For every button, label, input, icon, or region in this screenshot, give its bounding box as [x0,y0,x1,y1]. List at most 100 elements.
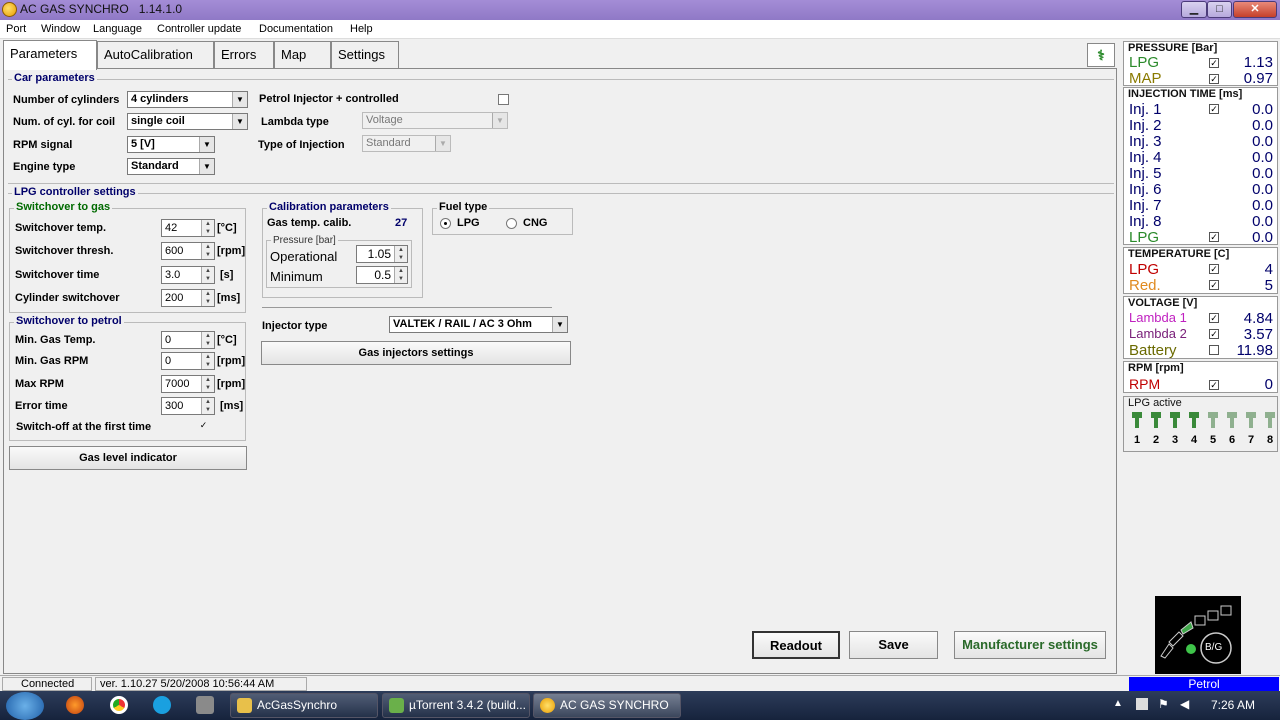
petrol-injector-checkbox[interactable] [498,94,509,105]
cylinders-label: Number of cylinders [13,94,120,106]
flag-icon[interactable]: ⚑ [1158,697,1169,711]
readout-button[interactable]: Readout [752,631,840,659]
tools-icon[interactable] [196,696,214,714]
help-icon-button[interactable]: ⚕ [1087,43,1115,67]
fuel-cng-radio[interactable] [506,218,517,229]
cylinder-switchover-input[interactable]: 200 ▲ ▼ [161,289,215,307]
inj-8-value: 0.0 [1252,213,1273,230]
minimize-button[interactable]: ▁ [1181,1,1207,18]
pressure-lpg-checkbox[interactable]: ✓ [1209,58,1219,68]
injector-number: 4 [1191,434,1198,446]
pressure-lpg-label: LPG [1129,54,1160,71]
spinner-icon[interactable]: ▲ ▼ [201,376,214,392]
operational-input[interactable]: 1.05 ▲ ▼ [356,245,408,263]
menu-help[interactable]: Help [350,23,373,35]
lambda-2-checkbox[interactable]: ✓ [1209,329,1219,339]
inj-1-checkbox[interactable]: ✓ [1209,104,1219,114]
start-button[interactable] [6,692,44,720]
inj-4-value: 0.0 [1252,149,1273,166]
min-gas-rpm-label: Min. Gas RPM [15,355,89,367]
taskbar-acgassynchro-folder[interactable]: AcGasSynchro [230,693,378,718]
rpm-checkbox[interactable]: ✓ [1209,380,1219,390]
fuel-lpg-label: LPG [457,217,480,229]
coil-select[interactable]: single coil ▼ [127,113,248,130]
network-icon[interactable] [1136,698,1148,710]
max-rpm-input[interactable]: 7000 ▲ ▼ [161,375,215,393]
inj-6-value: 0.0 [1252,181,1273,198]
rpm-signal-select[interactable]: 5 [V] ▼ [127,136,215,153]
switchover-temp-label: Switchover temp. [15,222,107,234]
fuel-lpg-radio[interactable] [440,218,451,229]
spinner-icon[interactable]: ▲ ▼ [201,290,214,306]
tab-settings[interactable]: Settings [331,41,399,68]
gas-injectors-settings-button[interactable]: Gas injectors settings [261,341,571,365]
manufacturer-settings-button[interactable]: Manufacturer settings [954,631,1106,659]
switchover-thresh-input[interactable]: 600 ▲ ▼ [161,242,215,260]
lambda-type-select[interactable]: Voltage ▼ [362,112,508,129]
engine-type-label: Engine type [13,161,76,173]
tab-errors[interactable]: Errors [214,41,274,68]
volume-icon[interactable]: ◀ [1180,697,1189,711]
tab-parameters[interactable]: Parameters [3,40,97,70]
minimum-input[interactable]: 0.5 ▲ ▼ [356,266,408,284]
switchover-temp-input[interactable]: 42 ▲ ▼ [161,219,215,237]
menu-window[interactable]: Window [41,23,80,35]
inj-lpg-checkbox[interactable]: ✓ [1209,232,1219,242]
taskbar-item-label: AcGasSynchro [257,698,338,712]
spinner-icon[interactable]: ▲ ▼ [394,246,407,262]
menu-controller-update[interactable]: Controller update [157,23,241,35]
tab-autocalibration[interactable]: AutoCalibration [97,41,214,68]
error-time-input[interactable]: 300 ▲ ▼ [161,397,215,415]
spinner-icon[interactable]: ▲ ▼ [201,332,214,348]
temp-lpg-label: LPG [1129,261,1160,278]
injection-type-select[interactable]: Standard ▼ [362,135,451,152]
spinner-icon[interactable]: ▲ ▼ [201,398,214,414]
fuel-switch-widget[interactable]: B/G [1155,596,1241,674]
menu-port[interactable]: Port [6,23,26,35]
fuel-type-group: Fuel type [432,201,573,235]
switchoff-first-checkbox[interactable]: ✓ [198,421,209,432]
spinner-icon[interactable]: ▲ ▼ [201,243,214,259]
spinner-icon[interactable]: ▲ ▼ [201,220,214,236]
taskbar-utorrent[interactable]: µTorrent 3.4.2 (build... [382,693,530,718]
cylinders-select[interactable]: 4 cylinders ▼ [127,91,248,108]
inj-5-value: 0.0 [1252,165,1273,182]
lambda-1-value: 4.84 [1243,310,1273,327]
pressure-map-checkbox[interactable]: ✓ [1209,74,1219,84]
chrome-icon[interactable] [110,696,128,714]
injector-type-select[interactable]: VALTEK / RAIL / AC 3 Ohm ▼ [389,316,568,333]
lambda-2-value: 3.57 [1243,326,1273,343]
spinner-icon[interactable]: ▲ ▼ [201,353,214,369]
divider [262,307,552,308]
battery-checkbox[interactable] [1209,345,1219,355]
min-gas-temp-label: Min. Gas Temp. [15,334,96,346]
gas-level-button[interactable]: Gas level indicator [9,446,247,470]
fuel-mode-indicator: Petrol [1129,677,1279,691]
menu-language[interactable]: Language [93,23,142,35]
injector-6-icon [1225,412,1239,433]
engine-type-select[interactable]: Standard ▼ [127,158,215,175]
maximize-button[interactable]: □ [1207,1,1232,18]
min-gas-temp-input[interactable]: 0 ▲ ▼ [161,331,215,349]
tray-expand-icon[interactable]: ▲ [1113,698,1123,709]
firefox-icon[interactable] [66,696,84,714]
save-button[interactable]: Save [849,631,938,659]
spinner-icon[interactable]: ▲ ▼ [201,267,214,283]
error-time-unit: [ms] [220,400,244,412]
switchover-time-input[interactable]: 3.0 ▲ ▼ [161,266,215,284]
lambda-1-checkbox[interactable]: ✓ [1209,313,1219,323]
min-gas-rpm-input[interactable]: 0 ▲ ▼ [161,352,215,370]
min-gas-rpm-unit: [rpm] [217,355,246,367]
injector-1-icon [1130,412,1144,433]
clock[interactable]: 7:26 AM [1211,698,1255,712]
menu-documentation[interactable]: Documentation [259,23,333,35]
tab-map[interactable]: Map [274,41,331,68]
spinner-icon[interactable]: ▲ ▼ [394,267,407,283]
taskbar-ac-gas-synchro[interactable]: AC GAS SYNCHRO [533,693,681,718]
close-button[interactable]: ✕ [1233,1,1277,18]
temp-lpg-checkbox[interactable]: ✓ [1209,264,1219,274]
injection-type-label: Type of Injection [258,139,345,151]
skype-icon[interactable] [153,696,171,714]
temp-red-checkbox[interactable]: ✓ [1209,280,1219,290]
monitor-panel: PRESSURE [Bar] LPG ✓ 1.13 MAP ✓ 0.97 INJ… [1120,39,1280,675]
